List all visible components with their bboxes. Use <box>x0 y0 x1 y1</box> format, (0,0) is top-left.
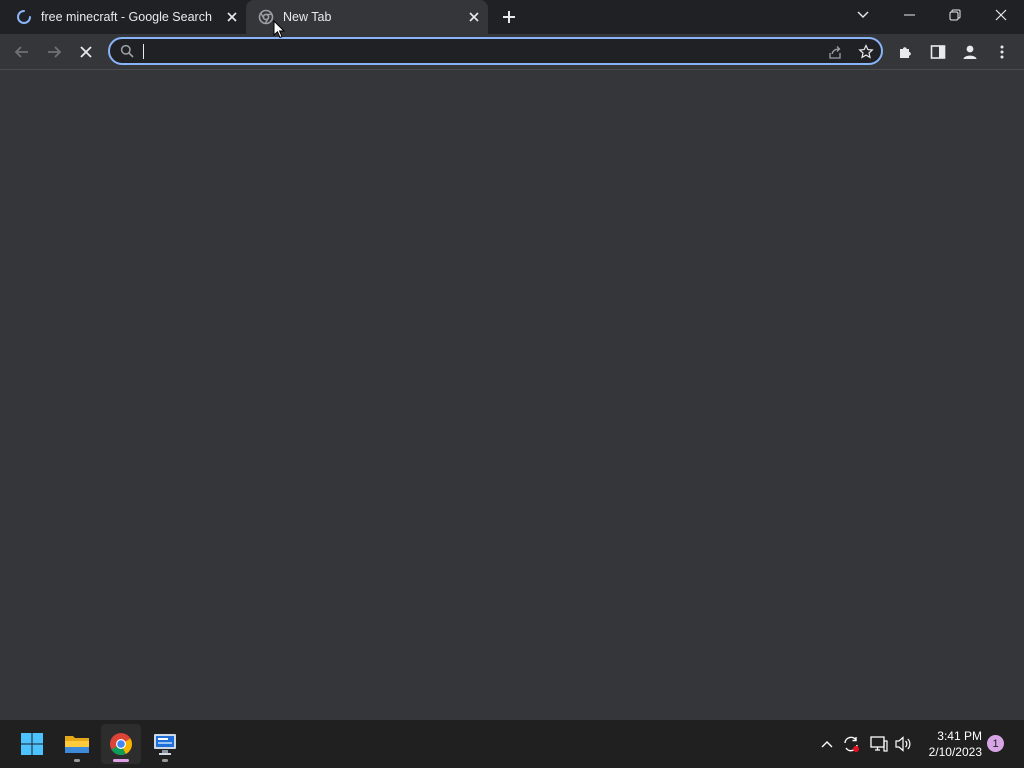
tab-google-search[interactable]: free minecraft - Google Search <box>0 0 246 34</box>
chevron-down-icon <box>857 11 869 18</box>
profile-button[interactable] <box>956 38 984 66</box>
search-icon <box>120 44 134 58</box>
close-window-button[interactable] <box>978 0 1024 30</box>
restore-icon <box>949 9 961 21</box>
back-arrow-icon <box>14 46 28 58</box>
address-input[interactable] <box>140 41 784 63</box>
tab-search-button[interactable] <box>840 0 886 30</box>
taskbar-remote-desktop[interactable] <box>145 724 185 764</box>
tray-network[interactable] <box>868 732 890 756</box>
clock-time: 3:41 PM <box>937 729 982 743</box>
network-monitor-icon <box>870 736 888 752</box>
address-bar[interactable] <box>108 37 883 65</box>
text-caret <box>143 44 144 59</box>
active-indicator <box>113 759 129 762</box>
bookmark-button[interactable] <box>855 41 877 63</box>
stop-loading-button[interactable] <box>72 38 100 66</box>
extensions-button[interactable] <box>892 38 920 66</box>
tab-close-icon[interactable] <box>222 7 242 27</box>
tab-strip: free minecraft - Google Search New Tab <box>0 0 1024 34</box>
start-icon <box>21 733 43 755</box>
stop-icon <box>80 46 92 58</box>
plus-icon <box>503 11 515 23</box>
forward-button[interactable] <box>40 38 68 66</box>
tray-sync[interactable] <box>840 732 862 756</box>
restore-button[interactable] <box>932 0 978 30</box>
minimize-button[interactable] <box>886 0 932 30</box>
clock-date: 2/10/2023 <box>928 745 982 759</box>
close-icon <box>995 9 1007 21</box>
tab-close-icon[interactable] <box>464 7 484 27</box>
star-icon <box>858 44 874 59</box>
share-icon <box>829 46 841 59</box>
taskbar: 3:41 PM 2/10/2023 <box>0 720 1024 768</box>
tray-volume[interactable] <box>893 732 915 756</box>
file-explorer-icon <box>65 736 89 753</box>
puzzle-icon <box>900 47 911 58</box>
page-content <box>0 70 1024 720</box>
kebab-menu-icon <box>1000 45 1004 59</box>
loading-spinner-icon <box>16 9 32 25</box>
chevron-up-icon <box>821 741 833 748</box>
taskbar-file-explorer[interactable] <box>57 724 97 764</box>
browser-toolbar <box>0 34 1024 70</box>
side-panel-button[interactable] <box>924 38 952 66</box>
menu-button[interactable] <box>988 38 1016 66</box>
forward-arrow-icon <box>48 46 62 58</box>
show-hidden-icons-button[interactable] <box>816 732 838 756</box>
new-tab-button[interactable] <box>496 5 522 29</box>
chrome-icon <box>110 733 132 755</box>
minimize-icon <box>903 14 915 16</box>
sync-icon <box>844 736 859 752</box>
chrome-favicon-icon <box>258 9 274 25</box>
start-button[interactable] <box>12 724 52 764</box>
remote-desktop-icon <box>154 734 176 755</box>
tab-title: free minecraft - Google Search <box>41 10 212 24</box>
back-button[interactable] <box>8 38 36 66</box>
notification-badge[interactable]: 1 <box>987 735 1004 752</box>
running-indicator <box>162 759 168 762</box>
tab-title: New Tab <box>283 10 332 24</box>
volume-icon <box>895 736 911 752</box>
mouse-cursor-icon <box>273 20 285 39</box>
avatar-icon <box>963 45 977 59</box>
system-clock[interactable]: 3:41 PM 2/10/2023 <box>929 728 982 760</box>
running-indicator <box>74 759 80 762</box>
taskbar-chrome[interactable] <box>101 724 141 764</box>
side-panel-icon <box>930 45 946 59</box>
share-button[interactable] <box>824 41 846 63</box>
